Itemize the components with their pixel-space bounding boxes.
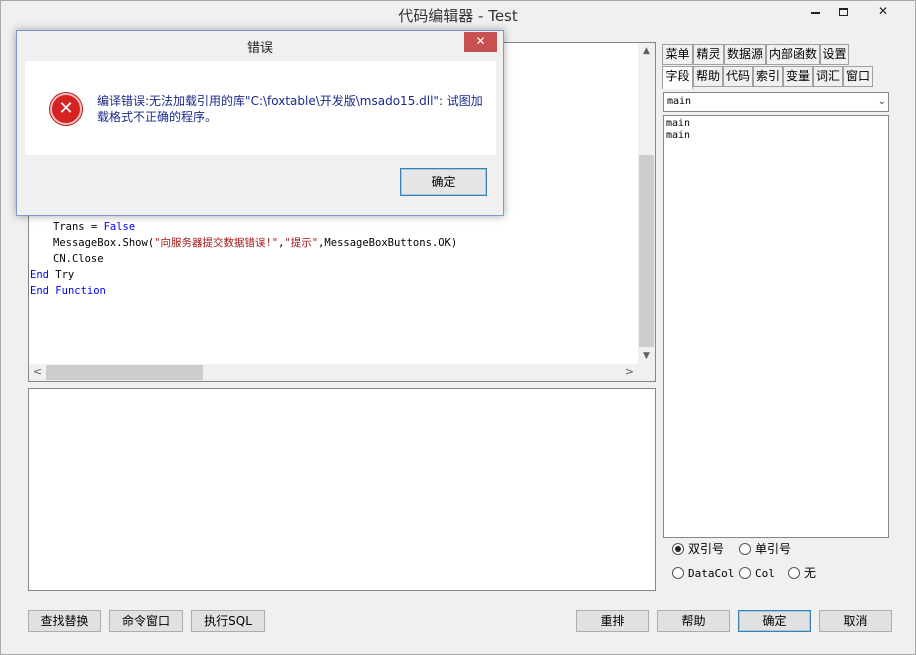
dialog-close-button[interactable]: ✕	[464, 32, 497, 52]
dialog-body: ✕ 编译错误:无法加载引用的库"C:\foxtable\开发版\msado15.…	[25, 61, 496, 155]
close-button[interactable]: ✕	[861, 1, 905, 23]
tab-4[interactable]: 内部函数	[766, 44, 820, 65]
close-icon: ✕	[475, 34, 486, 48]
tab-row2-1[interactable]: 字段	[662, 66, 693, 89]
tab-row2-4[interactable]: 索引	[753, 66, 783, 87]
error-dialog: 错误 ✕ ✕ 编译错误:无法加载引用的库"C:\foxtable\开发版\msa…	[16, 30, 504, 216]
code-token: MessageBox.Show(	[53, 237, 155, 249]
minimize-button[interactable]	[801, 1, 829, 23]
radio-option[interactable]: DataCol	[672, 565, 734, 581]
dialog-ok-button[interactable]: 确定	[400, 168, 487, 196]
radio-label: 单引号	[755, 542, 792, 556]
maximize-icon	[838, 7, 848, 16]
cancel-button[interactable]: 取消	[819, 610, 892, 632]
output-pane[interactable]	[28, 388, 656, 591]
dialog-title: 错误	[246, 41, 273, 56]
code-line[interactable]: End Try	[30, 267, 74, 283]
field-list[interactable]: main main	[663, 115, 889, 538]
ok-button[interactable]: 确定	[738, 610, 811, 632]
keyword-token: End	[30, 285, 49, 297]
radio-label: 双引号	[688, 542, 725, 556]
keyword-token: Function	[55, 285, 106, 297]
radio-label: 无	[804, 566, 817, 580]
radio-option[interactable]: 单引号	[739, 541, 791, 557]
list-item[interactable]: main	[666, 118, 886, 130]
window-title: 代码编辑器 - Test	[398, 7, 518, 25]
error-message: 编译错误:无法加载引用的库"C:\foxtable\开发版\msado15.dl…	[97, 94, 483, 124]
chevron-down-icon[interactable]: ⌄	[878, 93, 886, 111]
vertical-scrollbar[interactable]: ▲ ▼	[638, 43, 655, 365]
command-window-button[interactable]: 命令窗口	[109, 610, 183, 632]
horizontal-scroll-thumb[interactable]	[46, 365, 203, 380]
radio-option[interactable]: 双引号	[672, 541, 724, 557]
tab-row2-6[interactable]: 词汇	[813, 66, 843, 87]
help-button[interactable]: 帮助	[657, 610, 730, 632]
maximize-button[interactable]	[829, 1, 857, 23]
close-icon: ✕	[877, 4, 889, 18]
tab-row2-3[interactable]: 代码	[723, 66, 753, 87]
radio-button[interactable]	[672, 543, 684, 555]
code-line[interactable]: Trans = False	[53, 219, 135, 235]
tab-row2-5[interactable]: 变量	[783, 66, 813, 87]
list-item[interactable]: main	[666, 130, 886, 142]
radio-option[interactable]: 无	[788, 565, 816, 581]
tab-1[interactable]: 菜单	[662, 44, 693, 65]
scroll-left-icon[interactable]: <	[29, 364, 46, 381]
radio-label: DataCol	[688, 567, 735, 580]
title-bar[interactable]: 代码编辑器 - Test ✕	[1, 1, 915, 29]
code-line[interactable]: CN.Close	[53, 251, 104, 267]
code-token: CN.Close	[53, 253, 104, 265]
helper-panel: 菜单 精灵 数据源 内部函数 设置 字段 帮助 代码 索引 变量 词汇 窗口 main ⌄ main m…	[660, 42, 892, 591]
keyword-token: False	[103, 221, 136, 233]
vertical-scroll-thumb[interactable]	[639, 155, 654, 347]
find-replace-button[interactable]: 查找替换	[28, 610, 101, 632]
table-select[interactable]: main ⌄	[663, 92, 889, 112]
radio-option[interactable]: Col	[739, 565, 775, 581]
radio-button[interactable]	[672, 567, 684, 579]
scrollbar-corner	[638, 364, 655, 381]
string-token: "提示"	[284, 237, 319, 249]
radio-button[interactable]	[788, 567, 800, 579]
keyword-token: End	[30, 269, 49, 281]
radio-button[interactable]	[739, 543, 751, 555]
table-select-value: main	[667, 96, 692, 107]
code-token: Try	[48, 269, 75, 281]
rearrange-button[interactable]: 重排	[576, 610, 649, 632]
scroll-up-icon[interactable]: ▲	[638, 43, 655, 60]
horizontal-scrollbar[interactable]: < >	[29, 364, 655, 381]
error-icon: ✕	[50, 93, 82, 125]
execute-sql-button[interactable]: 执行SQL	[191, 610, 265, 632]
scroll-right-icon[interactable]: >	[621, 364, 638, 381]
code-line[interactable]: End Function	[30, 283, 106, 299]
tab-2[interactable]: 精灵	[693, 44, 724, 65]
tab-5[interactable]: 设置	[820, 44, 849, 65]
minimize-icon	[810, 11, 820, 14]
tab-row2-7[interactable]: 窗口	[843, 66, 873, 87]
scroll-down-icon[interactable]: ▼	[638, 348, 655, 365]
code-token: ,MessageBoxButtons.OK)	[318, 237, 458, 249]
radio-label: Col	[755, 567, 775, 580]
string-token: "向服务器提交数据错误!"	[154, 237, 279, 249]
code-line[interactable]: MessageBox.Show("向服务器提交数据错误!","提示",Messa…	[53, 235, 457, 251]
code-token: Trans =	[53, 221, 104, 233]
tab-3[interactable]: 数据源	[724, 44, 766, 65]
radio-button[interactable]	[739, 567, 751, 579]
tab-row2-2[interactable]: 帮助	[693, 66, 723, 87]
